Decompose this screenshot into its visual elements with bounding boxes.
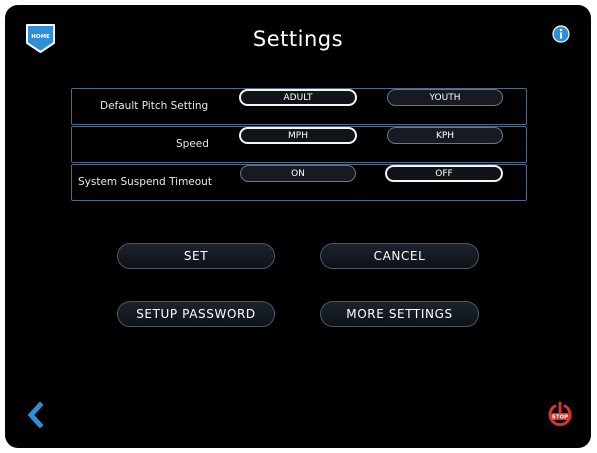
info-icon[interactable] bbox=[552, 25, 570, 43]
speed-setting-label: Speed bbox=[176, 138, 209, 150]
more-settings-button[interactable]: MORE SETTINGS bbox=[320, 301, 479, 327]
suspend-timeout-label: System Suspend Timeout bbox=[78, 176, 212, 188]
suspend-timeout-row: System Suspend Timeout ON OFF bbox=[71, 164, 527, 201]
speed-kph-button[interactable]: KPH bbox=[387, 127, 503, 144]
pitch-adult-button[interactable]: ADULT bbox=[239, 89, 357, 106]
page-title: Settings bbox=[252, 27, 344, 51]
setup-password-button[interactable]: SETUP PASSWORD bbox=[117, 301, 275, 327]
cancel-button[interactable]: CANCEL bbox=[320, 243, 479, 269]
pitch-setting-label: Default Pitch Setting bbox=[100, 100, 209, 112]
speed-setting-row: Speed MPH KPH bbox=[71, 126, 527, 163]
power-stop-icon[interactable]: STOP bbox=[547, 401, 573, 427]
stop-icon-label: STOP bbox=[552, 415, 568, 421]
speed-mph-button[interactable]: MPH bbox=[239, 127, 357, 144]
chevron-left-icon[interactable] bbox=[25, 402, 45, 428]
set-button[interactable]: SET bbox=[117, 243, 275, 269]
pitch-setting-row: Default Pitch Setting ADULT YOUTH bbox=[71, 88, 527, 125]
suspend-off-button[interactable]: OFF bbox=[385, 165, 503, 182]
pitch-youth-button[interactable]: YOUTH bbox=[387, 89, 503, 106]
settings-screen: HOME Settings Default Pitch Setting ADUL… bbox=[5, 5, 591, 448]
suspend-on-button[interactable]: ON bbox=[240, 165, 356, 182]
